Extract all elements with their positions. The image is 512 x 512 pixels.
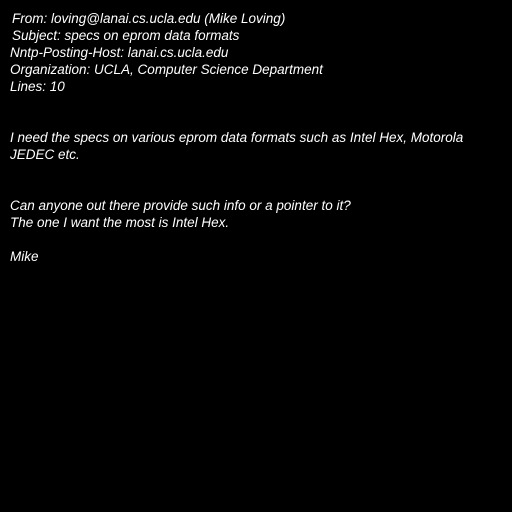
body-line-3: Can anyone out there provide such info o… [10,198,351,213]
header-subject: Subject: specs on eprom data formats [12,28,240,43]
body-line-4: The one I want the most is Intel Hex. [10,215,230,230]
header-lines: Lines: 10 [10,79,65,94]
body-line-2: JEDEC etc. [10,147,80,162]
body-line-1: I need the specs on various eprom data f… [10,130,464,145]
header-nntp-posting-host: Nntp-Posting-Host: lanai.cs.ucla.edu [10,45,229,60]
message-view: From: loving@lanai.cs.ucla.edu (Mike Lov… [0,0,512,512]
header-organization: Organization: UCLA, Computer Science Dep… [10,62,323,77]
header-from: From: loving@lanai.cs.ucla.edu (Mike Lov… [12,11,286,26]
signature: Mike [10,249,39,264]
